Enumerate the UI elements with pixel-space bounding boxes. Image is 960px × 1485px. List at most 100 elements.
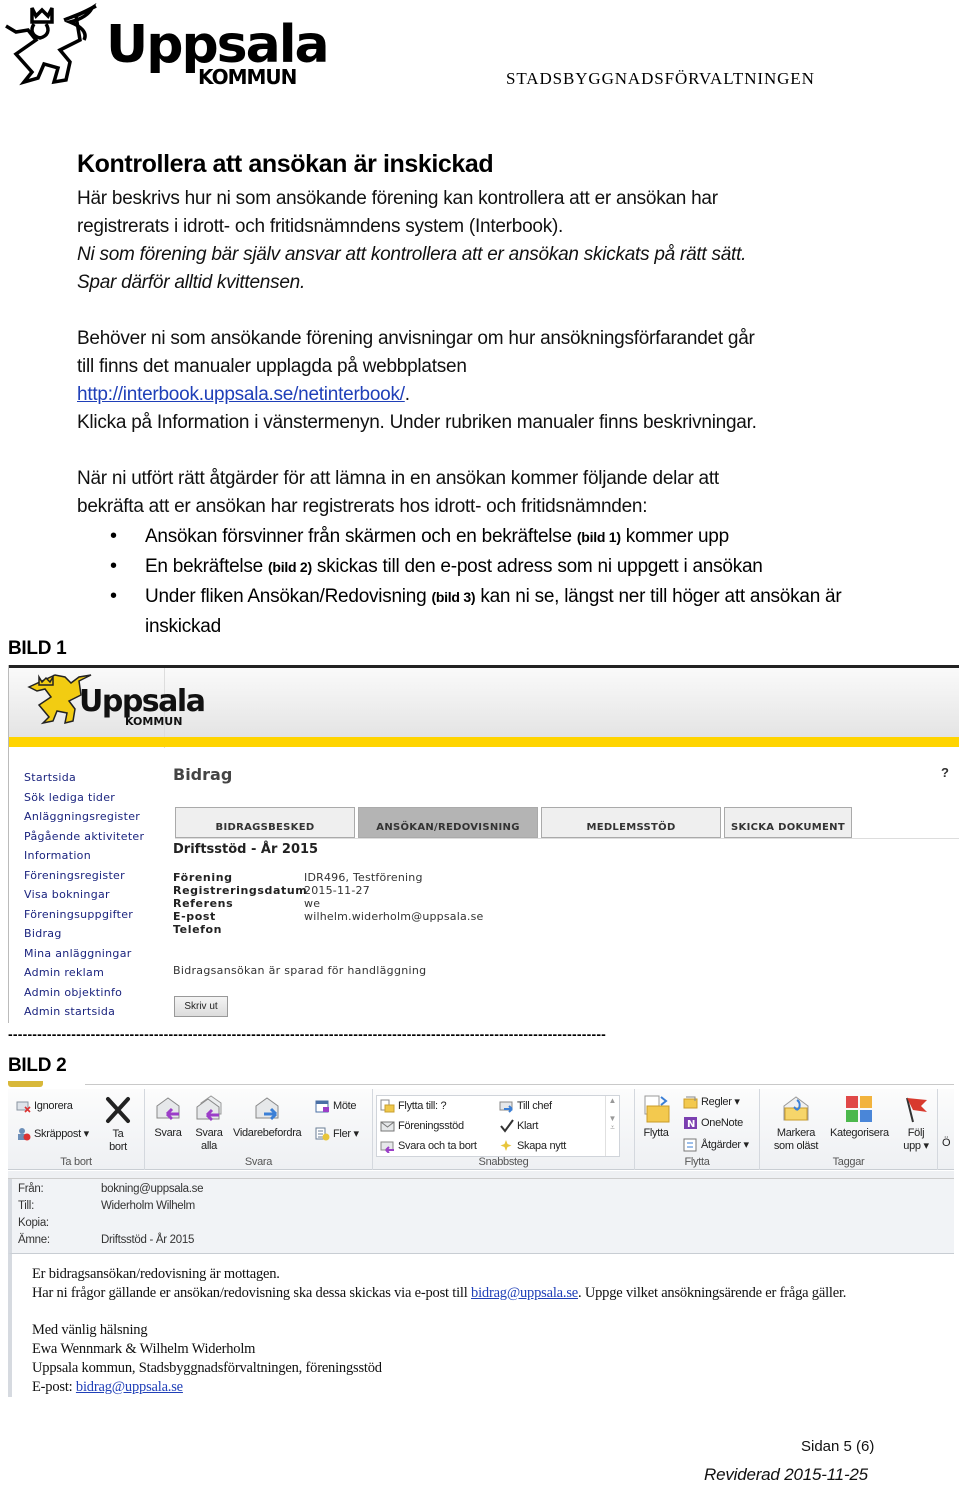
ribbon-overflow[interactable]: Ö xyxy=(942,1137,951,1150)
body-line: Har ni frågor gällande er ansökan/redovi… xyxy=(32,1285,847,1301)
onenote-button[interactable]: N OneNote xyxy=(683,1116,743,1130)
svg-text:N: N xyxy=(687,1119,695,1130)
nav-anlaggningsregister[interactable]: Anläggningsregister xyxy=(24,807,144,827)
tab-skicka-dokument[interactable]: SKICKA DOKUMENT xyxy=(724,807,852,838)
signature-names: Ewa Wennmark & Wilhelm Widerholm xyxy=(32,1341,256,1357)
department-name: STADSBYGGNADSFÖRVALTNINGEN xyxy=(506,69,815,88)
email-link[interactable]: bidrag@uppsala.se xyxy=(471,1285,578,1301)
nav-admin-startsida[interactable]: Admin startsida xyxy=(24,1002,144,1022)
bild2-screenshot: Ignorera Skräppost ▾ Ta bort Ta bort Sva… xyxy=(8,1081,954,1397)
quickstep-foreningsstod[interactable]: Föreningsstöd xyxy=(380,1119,464,1133)
ribbon-group-ta-bort: Ignorera Skräppost ▾ Ta bort Ta bort xyxy=(8,1089,145,1170)
quickstep-create-new[interactable]: Skapa nytt xyxy=(499,1139,566,1153)
nav-foreningsregister[interactable]: Föreningsregister xyxy=(24,866,144,886)
manual-line: Behöver ni som ansökande förening anvisn… xyxy=(77,328,755,349)
nav-admin-objektinfo[interactable]: Admin objektinfo xyxy=(24,983,144,1003)
ribbon-group-svara: Svara Svara alla Vidarebefordra Möte Fle… xyxy=(145,1089,373,1170)
revision-date: Reviderad 2015-11-25 xyxy=(704,1465,868,1484)
page-title: Kontrollera att ansökan är inskickad xyxy=(77,150,494,178)
delete-button[interactable]: Ta bort xyxy=(103,1095,133,1154)
actions-button[interactable]: Åtgärder ▾ xyxy=(683,1138,749,1152)
ribbon-group-taggar: Markera som oläst Kategorisera Följ upp … xyxy=(760,1089,938,1170)
nav-mina-anlaggningar[interactable]: Mina anläggningar xyxy=(24,944,144,964)
quickstep-reply-delete[interactable]: Svara och ta bort xyxy=(380,1139,477,1153)
reply-button[interactable]: Svara xyxy=(153,1094,183,1140)
nav-bidrag[interactable]: Bidrag xyxy=(24,924,144,944)
move-button[interactable]: Flytta xyxy=(641,1094,671,1140)
confirm-line: bekräfta att er ansökan har registrerats… xyxy=(77,496,648,517)
categorize-button[interactable]: Kategorisera xyxy=(830,1094,889,1140)
more-icon xyxy=(315,1127,330,1141)
rules-button[interactable]: Regler ▾ xyxy=(683,1095,740,1109)
ignore-button[interactable]: Ignorera xyxy=(16,1099,73,1113)
site-logo: Uppsala KOMMUN xyxy=(27,674,206,728)
meeting-button[interactable]: Möte xyxy=(315,1099,357,1113)
reply-all-button[interactable]: Svara alla xyxy=(193,1094,225,1153)
tab-medlemsstod[interactable]: MEDLEMSSTÖD xyxy=(541,807,721,838)
reply-icon xyxy=(156,1097,180,1121)
list-item: En bekräftelse (bild 2) skickas till den… xyxy=(110,552,870,582)
forward-button[interactable]: Vidarebefordra xyxy=(233,1094,302,1140)
reply-all-icon xyxy=(196,1095,222,1122)
confirmation-list: Ansökan försvinner från skärmen och en b… xyxy=(110,522,870,641)
group-label: Flytta xyxy=(684,1156,710,1168)
email-body: Er bidragsansökan/redovisning är mottage… xyxy=(8,1253,954,1397)
to-manager-icon xyxy=(499,1101,513,1113)
bild2-label: BILD 2 xyxy=(8,1055,67,1076)
list-item: Ansökan försvinner från skärmen och en b… xyxy=(110,522,870,552)
status-message: Bidragsansökan är sparad för handläggnin… xyxy=(173,964,427,977)
application-title: Driftsstöd - År 2015 xyxy=(173,842,319,857)
nav-admin-reklam[interactable]: Admin reklam xyxy=(24,963,144,983)
tab-bidragsbesked[interactable]: BIDRAGSBESKED xyxy=(175,807,355,838)
site-logo-wordmark: Uppsala xyxy=(79,684,204,719)
bild1-screenshot: Uppsala KOMMUN Startsida Sök lediga tide… xyxy=(8,665,959,1023)
file-tab[interactable] xyxy=(8,1081,43,1087)
sidebar-nav: Startsida Sök lediga tider Anläggningsre… xyxy=(24,768,144,1022)
quickstep-move-to[interactable]: Flytta till: ? xyxy=(380,1099,447,1113)
ribbon: Ignorera Skräppost ▾ Ta bort Ta bort Sva… xyxy=(8,1089,954,1170)
group-label: Taggar xyxy=(832,1156,865,1168)
signature-org: Uppsala kommun, Stadsbyggnadsförvaltning… xyxy=(32,1360,382,1376)
junk-button[interactable]: Skräppost ▾ xyxy=(16,1127,89,1141)
tab-ansokan-redovisning[interactable]: ANSÖKAN/REDOVISNING xyxy=(358,807,538,838)
nav-sok-lediga-tider[interactable]: Sök lediga tider xyxy=(24,788,144,808)
section-heading: Bidrag xyxy=(173,765,233,784)
intro-line: registrerats i idrott- och fritidsnämnde… xyxy=(77,216,564,237)
quickstep-to-manager[interactable]: Till chef xyxy=(499,1099,552,1113)
tab-underline xyxy=(175,838,959,839)
responsibility-note: Ni som förening bär själv ansvar att kon… xyxy=(77,244,747,265)
bild1-label: BILD 1 xyxy=(8,638,67,659)
detail-row: Registreringsdatum 2015-11-27 xyxy=(173,884,370,897)
nav-startsida[interactable]: Startsida xyxy=(24,768,144,788)
ribbon-group-flytta: Flytta Regler ▾ N OneNote Åtgärder ▾ Fly… xyxy=(635,1089,760,1170)
detail-row: Telefon xyxy=(173,923,223,936)
manual-line: till finns det manualer upplagda på webb… xyxy=(77,356,467,377)
more-button[interactable]: Fler ▾ xyxy=(315,1127,359,1141)
link-suffix: . xyxy=(404,384,410,405)
confirm-line: När ni utfört rätt åtgärder för att lämn… xyxy=(77,468,719,489)
nav-visa-bokningar[interactable]: Visa bokningar xyxy=(24,885,144,905)
rules-icon xyxy=(683,1096,698,1109)
tab-bar: BIDRAGSBESKED ANSÖKAN/REDOVISNING MEDLEM… xyxy=(175,807,855,838)
mark-unread-button[interactable]: Markera som oläst xyxy=(768,1094,824,1153)
help-icon[interactable]: ? xyxy=(941,765,949,780)
print-button[interactable]: Skriv ut xyxy=(174,996,228,1017)
forward-icon xyxy=(255,1097,279,1121)
categorize-icon xyxy=(846,1096,873,1122)
follow-up-button[interactable]: Följ upp ▾ xyxy=(900,1094,932,1153)
group-label: Snabbsteg xyxy=(478,1156,529,1168)
quickstep-done[interactable]: Klart xyxy=(499,1119,538,1133)
manual-instructions: Klicka på Information i vänstermenyn. Un… xyxy=(77,412,757,433)
email-link[interactable]: bidrag@uppsala.se xyxy=(76,1379,183,1395)
confirm-paragraph: När ni utfört rätt åtgärder för att lämn… xyxy=(77,465,719,521)
interbook-link[interactable]: http://interbook.uppsala.se/netinterbook… xyxy=(77,384,405,405)
nav-pagaende-aktiviteter[interactable]: Pågående aktiviteter xyxy=(24,827,144,847)
list-item: Under fliken Ansökan/Redovisning (bild 3… xyxy=(110,582,870,641)
nav-foreningsuppgifter[interactable]: Föreningsuppgifter xyxy=(24,905,144,925)
intro-paragraph: Här beskrivs hur ni som ansökande föreni… xyxy=(77,185,746,297)
checkmark-icon xyxy=(500,1119,514,1133)
nav-information[interactable]: Information xyxy=(24,846,144,866)
ribbon-group-snabbsteg: Flytta till: ? Föreningsstöd Svara och t… xyxy=(373,1089,635,1170)
gallery-scrollbar[interactable]: ▲ ▼ ⩡ xyxy=(605,1096,619,1156)
section-divider: ----------------------------------------… xyxy=(8,1026,607,1042)
